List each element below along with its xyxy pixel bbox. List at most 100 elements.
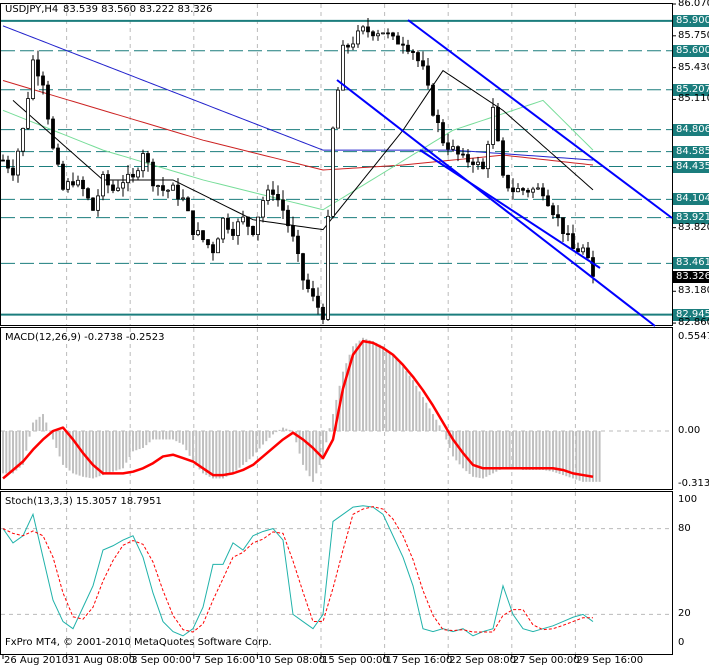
candle-body (591, 257, 595, 277)
macd-histogram-bar (535, 431, 538, 470)
macd-histogram-bar (252, 431, 254, 457)
price-level-tag: 84.104 (673, 193, 709, 206)
macd-histogram-bar (212, 431, 214, 479)
macd-histogram-bar (142, 431, 144, 448)
macd-histogram-bar (388, 351, 391, 431)
macd-histogram-bar (475, 431, 478, 478)
stoch-tick-label: 0 (678, 637, 685, 648)
macd-histogram-bar (178, 431, 181, 443)
macd-histogram-bar (432, 414, 434, 431)
candle-body (291, 225, 295, 237)
candle-body (211, 244, 215, 254)
candle-body (86, 188, 90, 199)
macd-histogram-bar (422, 397, 424, 431)
time-label: 29 Sep 16:00 (576, 655, 644, 666)
candle-body (566, 233, 570, 236)
macd-histogram-bar (552, 431, 554, 472)
macd-histogram-bar (402, 366, 404, 431)
candle-body (191, 210, 195, 236)
candle-body (126, 173, 130, 184)
candle-body (386, 32, 390, 35)
price-tick-label: 85.430 (678, 61, 709, 73)
candle-body (481, 161, 485, 170)
macd-histogram-bar (495, 431, 498, 472)
candle-body (461, 153, 465, 156)
macd-histogram-bar (272, 431, 274, 435)
candle-body (521, 188, 525, 191)
candle-body (561, 217, 565, 235)
candle-body (206, 239, 210, 246)
stoch-tick-label: 80 (678, 522, 691, 534)
macd-histogram-bar (285, 428, 288, 431)
macd-histogram-bar (92, 431, 94, 479)
candle-body (356, 30, 360, 45)
candle-body (61, 163, 65, 190)
candle-body (161, 185, 165, 191)
macd-histogram-bar (415, 385, 418, 431)
candle-body (96, 195, 100, 211)
macd-histogram-bar (328, 428, 331, 431)
macd-histogram-bar (555, 431, 558, 473)
macd-histogram-bar (358, 340, 361, 431)
candle-body (321, 306, 325, 320)
candle-body (171, 184, 175, 191)
candle-body (71, 181, 75, 186)
candle-body (286, 209, 290, 227)
candle-body (466, 154, 470, 163)
time-label: 15 Sep 00:00 (322, 655, 389, 666)
macd-histogram-bar (435, 419, 438, 431)
candle-body (156, 185, 160, 188)
candle-body (296, 235, 300, 255)
price-level-tag: 85.600 (673, 44, 709, 57)
macd-histogram-bar (592, 431, 594, 482)
macd-histogram-bar (185, 431, 188, 451)
macd-tick-label: 0.5547 (678, 330, 709, 342)
candle-body (136, 170, 140, 178)
candle-body (6, 159, 10, 169)
candle-body (201, 230, 205, 241)
candle-body (426, 65, 430, 86)
macd-histogram-bar (28, 431, 31, 437)
candle-body (306, 279, 310, 290)
channel-trendline (336, 79, 656, 327)
macd-histogram-bar (268, 431, 271, 438)
macd-histogram-bar (158, 431, 161, 440)
candle-body (326, 215, 330, 320)
macd-histogram-bar (282, 427, 284, 431)
macd-histogram-bar (192, 431, 194, 462)
candle-body (496, 106, 500, 142)
time-label: 27 Sep 00:00 (512, 655, 580, 666)
macd-histogram-bar (502, 431, 504, 469)
macd-histogram-bar (418, 391, 421, 431)
candle-body (536, 187, 540, 190)
symbol-label: USDJPY,H4 (5, 4, 59, 15)
macd-histogram-bar (522, 431, 524, 470)
macd-histogram-bar (232, 431, 234, 474)
candle-body (51, 118, 55, 149)
candle-body (81, 179, 85, 190)
macd-histogram-bar (332, 414, 334, 431)
macd-histogram-bar (342, 371, 344, 431)
candle-body (406, 44, 410, 52)
macd-histogram-bar (35, 419, 38, 431)
candle-body (246, 216, 250, 227)
macd-histogram-bar (195, 431, 198, 466)
candle-body (256, 216, 260, 236)
stoch-d-line (2, 506, 593, 633)
stoch-label: Stoch(13,3,3) 15.3057 18.7951 (5, 496, 162, 507)
macd-histogram-bar (105, 431, 108, 474)
macd-histogram-bar (152, 431, 154, 440)
candle-body (281, 199, 285, 211)
candle-body (506, 174, 510, 189)
macd-histogram-bar (385, 349, 388, 431)
macd-histogram-bar (165, 431, 168, 440)
macd-histogram-bar (468, 431, 471, 474)
candle-body (571, 233, 575, 250)
candle-body (551, 205, 555, 216)
candle-body (76, 179, 80, 186)
macd-histogram-bar (425, 402, 428, 431)
macd-histogram-bar (355, 343, 358, 431)
candle-body (436, 114, 440, 123)
macd-histogram-bar (558, 431, 561, 474)
candle-body (531, 188, 535, 193)
